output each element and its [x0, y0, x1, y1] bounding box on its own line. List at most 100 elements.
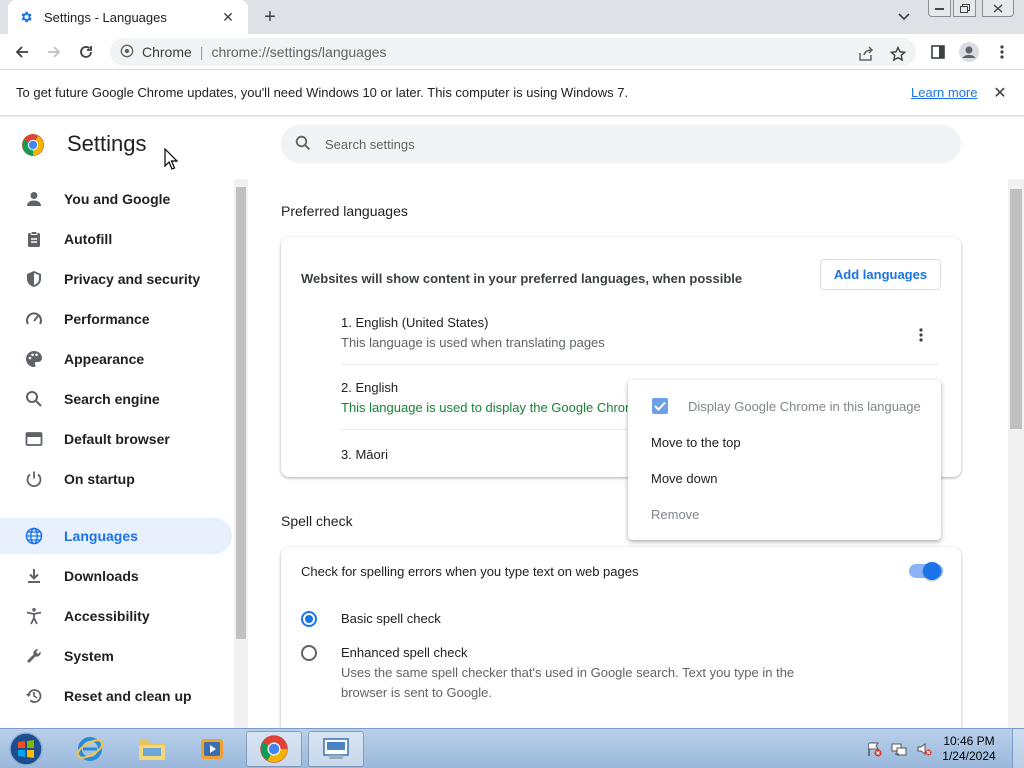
restore-icon — [24, 686, 44, 706]
sidebar-item-accessibility[interactable]: Accessibility — [0, 598, 232, 634]
move-to-top-item[interactable]: Move to the top — [628, 424, 941, 460]
sidebar-scrollbar-thumb[interactable] — [236, 187, 246, 639]
more-actions-icon[interactable] — [909, 323, 933, 347]
sidebar-item-downloads[interactable]: Downloads — [0, 558, 232, 594]
search-icon — [295, 135, 311, 154]
file-explorer-icon[interactable] — [124, 731, 180, 767]
language-name: 1. English (United States) — [341, 315, 489, 330]
chrome-site-icon — [120, 44, 134, 61]
tab-close-icon[interactable]: ✕ — [218, 7, 238, 27]
clipboard-icon — [24, 229, 44, 249]
forward-arrow-icon[interactable] — [42, 40, 66, 64]
add-languages-button[interactable]: Add languages — [820, 259, 941, 290]
back-arrow-icon[interactable] — [10, 40, 34, 64]
globe-icon — [24, 526, 44, 546]
enhanced-spell-check-radio[interactable] — [301, 645, 317, 661]
sidebar-item-on-startup[interactable]: On startup — [0, 461, 232, 497]
search-icon — [24, 389, 44, 409]
sidebar-item-autofill[interactable]: Autofill — [0, 221, 232, 257]
show-desktop-button[interactable] — [1012, 729, 1024, 768]
share-icon[interactable] — [856, 44, 876, 64]
sidebar-item-label: Downloads — [64, 568, 139, 584]
spell-check-toggle[interactable] — [923, 562, 941, 580]
language-note: This language is used when translating p… — [341, 335, 605, 350]
bookmark-star-icon[interactable] — [888, 44, 908, 64]
sidebar-item-label: System — [64, 648, 114, 664]
shield-icon — [24, 269, 44, 289]
chrome-logo-icon — [21, 133, 45, 157]
infobar-close-icon[interactable]: ✕ — [990, 83, 1010, 103]
sidebar-item-label: Privacy and security — [64, 271, 201, 287]
menu-item-label: Move down — [651, 470, 718, 486]
reload-icon[interactable] — [74, 40, 98, 64]
update-infobar: To get future Google Chrome updates, you… — [0, 70, 1024, 116]
side-panel-icon[interactable] — [928, 42, 948, 62]
basic-spell-check-radio[interactable] — [301, 611, 317, 627]
sidebar-item-privacy-and-security[interactable]: Privacy and security — [0, 261, 232, 297]
sidebar-item-label: Appearance — [64, 351, 145, 367]
language-context-menu: Display Google Chrome in this language M… — [628, 380, 941, 540]
sidebar-item-appearance[interactable]: Appearance — [0, 341, 232, 377]
search-placeholder: Search settings — [325, 136, 415, 152]
language-note: This language is used to display the Goo… — [341, 400, 660, 415]
palette-icon — [24, 349, 44, 369]
window-restore-button[interactable] — [953, 0, 976, 17]
sidebar-item-label: Reset and clean up — [64, 688, 192, 704]
media-player-icon[interactable] — [184, 731, 240, 767]
omnibox-site-label: Chrome — [142, 44, 192, 60]
sidebar-item-system[interactable]: System — [0, 638, 232, 674]
chrome-taskbar-icon[interactable] — [246, 731, 302, 767]
power-icon — [24, 469, 44, 489]
learn-more-link[interactable]: Learn more — [911, 85, 977, 100]
sidebar-item-label: Autofill — [64, 231, 113, 247]
enhanced-spell-check-description: Uses the same spell checker that's used … — [341, 665, 795, 680]
spell-check-toggle-label: Check for spelling errors when you type … — [301, 564, 639, 579]
window-minimize-button[interactable] — [928, 0, 951, 17]
settings-title: Settings — [67, 131, 147, 156]
sidebar-item-search-engine[interactable]: Search engine — [0, 381, 232, 417]
sidebar-item-label: Default browser — [64, 431, 170, 447]
accessibility-icon — [24, 606, 44, 626]
browser-icon — [24, 429, 44, 449]
wrench-icon — [24, 646, 44, 666]
sidebar-item-label: You and Google — [64, 191, 171, 207]
person-icon — [24, 189, 44, 209]
divider — [341, 364, 939, 365]
chevron-down-icon[interactable] — [894, 8, 914, 26]
gear-icon — [18, 9, 34, 25]
display-in-this-language-item[interactable]: Display Google Chrome in this language — [628, 388, 941, 424]
preferred-languages-heading: Preferred languages — [281, 203, 408, 219]
sidebar-item-languages[interactable]: Languages — [0, 518, 232, 554]
keyboard-app-icon[interactable] — [308, 731, 364, 767]
window-close-button[interactable] — [982, 0, 1014, 17]
volume-muted-icon[interactable] — [916, 741, 932, 757]
taskbar-clock[interactable]: 10:46 PM 1/24/2024 — [934, 734, 1004, 764]
sidebar-item-reset-and-clean-up[interactable]: Reset and clean up — [0, 678, 232, 714]
action-center-flag-icon[interactable] — [866, 741, 882, 757]
settings-sidebar: You and Google Autofill Privacy and secu… — [0, 179, 248, 728]
profile-avatar-icon[interactable] — [959, 42, 979, 62]
clock-time: 10:46 PM — [943, 734, 995, 748]
menu-item-label: Move to the top — [651, 434, 741, 450]
move-down-item[interactable]: Move down — [628, 460, 941, 496]
browser-toolbar: Chrome | chrome://settings/languages — [0, 34, 1024, 70]
new-tab-button[interactable]: + — [258, 6, 282, 28]
omnibox-separator: | — [199, 44, 204, 60]
menu-item-label: Remove — [651, 506, 700, 522]
omnibox-url[interactable]: chrome://settings/languages — [211, 44, 386, 60]
internet-explorer-icon[interactable] — [62, 731, 118, 767]
settings-search-input[interactable]: Search settings — [281, 125, 961, 163]
more-menu-icon[interactable] — [992, 42, 1012, 62]
tab-settings-languages[interactable]: Settings - Languages ✕ — [8, 0, 248, 34]
download-icon — [24, 566, 44, 586]
remove-item[interactable]: Remove — [628, 496, 941, 532]
start-button[interactable] — [6, 731, 46, 767]
main-scrollbar-thumb[interactable] — [1010, 189, 1022, 429]
mouse-cursor-icon — [164, 147, 179, 173]
sidebar-item-default-browser[interactable]: Default browser — [0, 421, 232, 457]
address-bar[interactable]: Chrome | chrome://settings/languages — [110, 38, 916, 66]
sidebar-item-performance[interactable]: Performance — [0, 301, 232, 337]
network-icon[interactable] — [891, 741, 907, 757]
sidebar-item-label: Languages — [64, 528, 138, 544]
sidebar-item-you-and-google[interactable]: You and Google — [0, 181, 232, 217]
